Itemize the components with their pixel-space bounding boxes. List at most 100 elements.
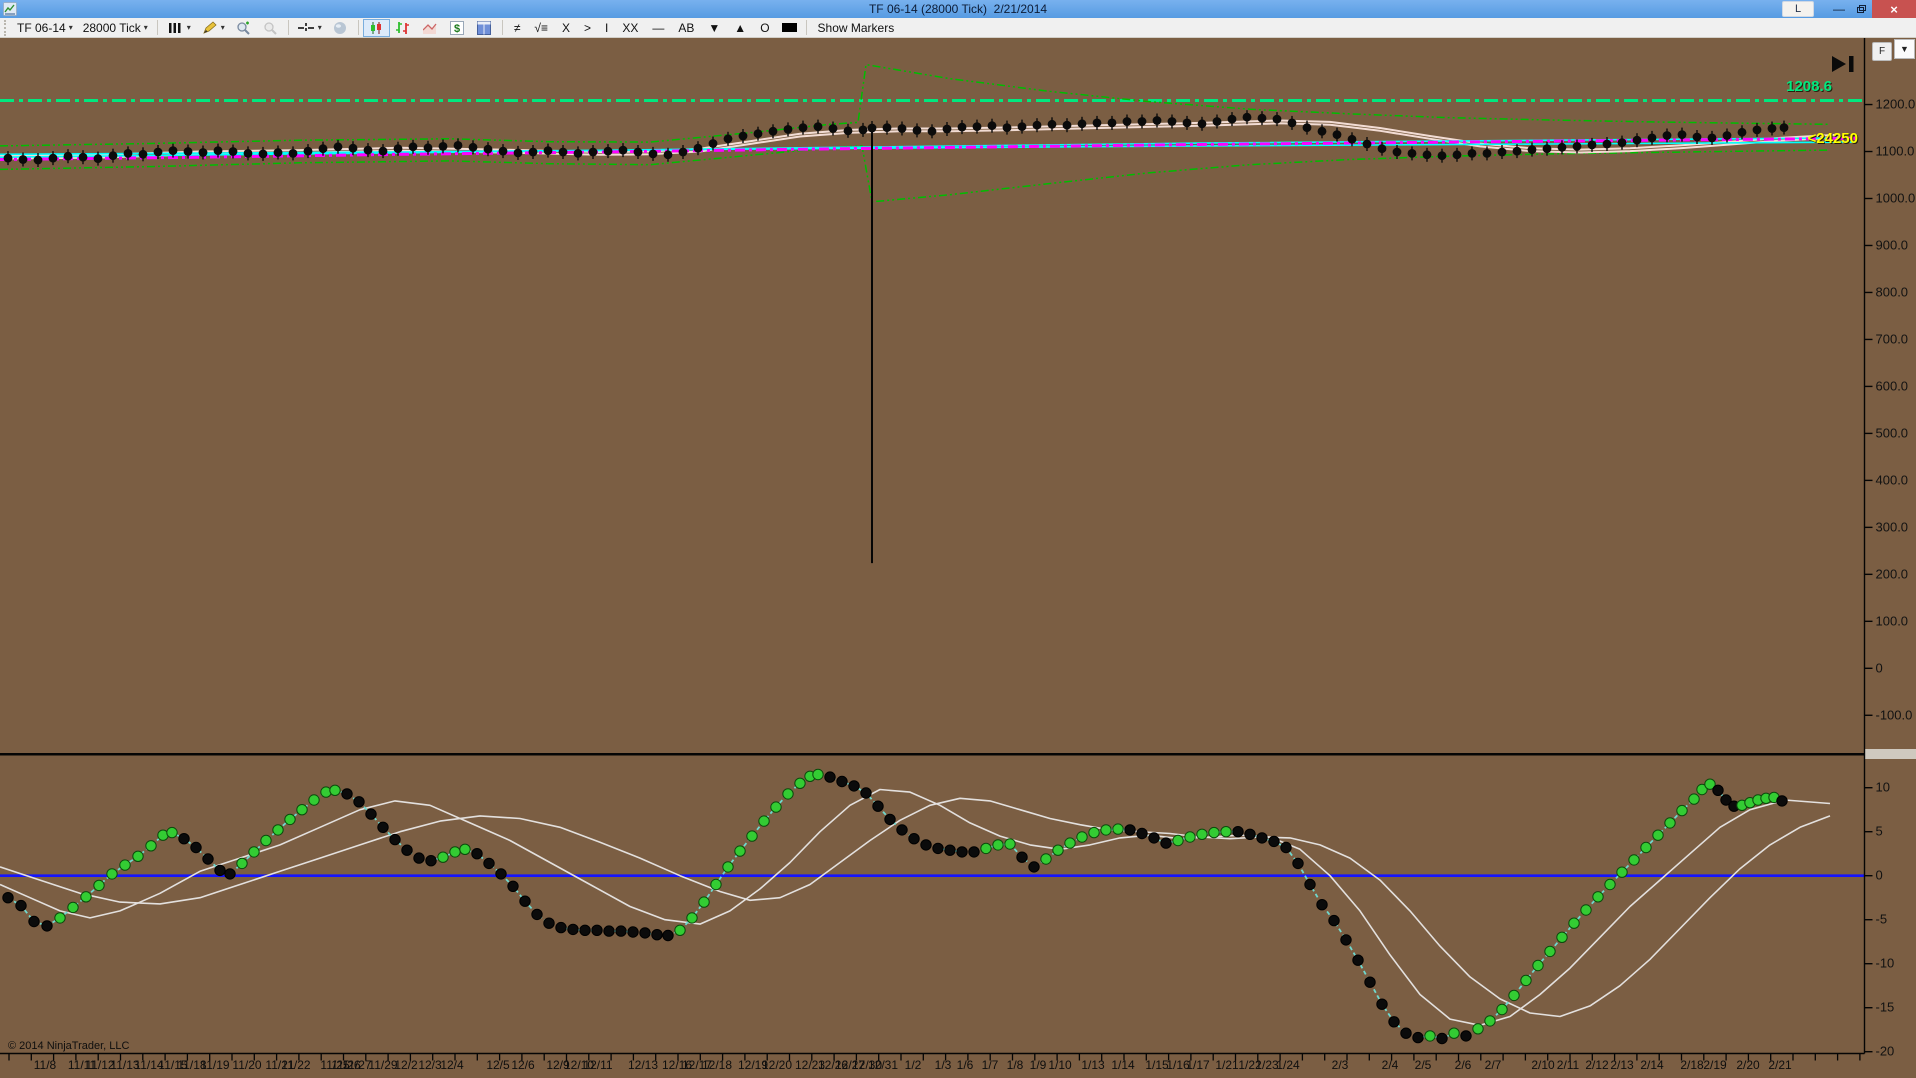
date-label: 1/2 bbox=[905, 1058, 922, 1072]
focus-button[interactable]: F bbox=[1872, 42, 1892, 61]
close-button[interactable]: × bbox=[1872, 0, 1916, 18]
date-label: 1/13 bbox=[1081, 1058, 1105, 1072]
bar-type-icon bbox=[167, 20, 184, 36]
instrument-selector[interactable]: TF 06-14▾ bbox=[12, 19, 78, 37]
symbol-button-down-triangle[interactable]: ▼ bbox=[701, 19, 727, 37]
symbol-button-up-triangle[interactable]: ▲ bbox=[727, 19, 753, 37]
show-markers-button[interactable]: Show Markers bbox=[811, 19, 902, 37]
date-label: 2/6 bbox=[1455, 1058, 1472, 1072]
date-label: 11/8 bbox=[34, 1058, 57, 1072]
chart-background bbox=[0, 38, 1916, 1073]
price-axis-tick-label: -100.0 bbox=[1876, 707, 1913, 722]
svg-text:$: $ bbox=[454, 23, 460, 35]
date-label: 12/4 bbox=[440, 1058, 464, 1072]
ohlc-style-icon bbox=[395, 20, 412, 36]
link-button[interactable]: L bbox=[1782, 1, 1814, 17]
symbol-button-gt[interactable]: > bbox=[577, 19, 598, 37]
symbol-button-o[interactable]: O bbox=[753, 19, 776, 37]
date-label: 12/5 bbox=[486, 1058, 510, 1072]
price-axis-tick-label: 700.0 bbox=[1876, 331, 1909, 346]
symbol-button-neq[interactable]: ≠ bbox=[507, 19, 528, 37]
date-label: 2/7 bbox=[1485, 1058, 1502, 1072]
chevron-down-icon: ▾ bbox=[318, 23, 322, 32]
zoom-in-button[interactable] bbox=[230, 19, 257, 37]
zoom-in-icon bbox=[235, 20, 252, 36]
symbol-button-i[interactable]: I bbox=[598, 19, 615, 37]
date-label: 12/6 bbox=[511, 1058, 535, 1072]
chevron-down-icon: ▾ bbox=[187, 23, 191, 32]
price-axis-tick-label: 1000.0 bbox=[1876, 191, 1916, 206]
panel-splitter-handle bbox=[1865, 749, 1916, 759]
price-axis-tick-label: 0 bbox=[1876, 660, 1883, 675]
osc-axis-tick-label: 10 bbox=[1876, 780, 1890, 795]
toolbar-grip[interactable] bbox=[4, 20, 8, 36]
title-bar: TF 06-14 (28000 Tick) 2/21/2014 L — × bbox=[0, 0, 1916, 18]
chart-style-line-button[interactable] bbox=[417, 19, 444, 37]
minimize-button[interactable]: — bbox=[1828, 0, 1850, 18]
bar-type-button[interactable]: ▾ bbox=[162, 19, 196, 37]
date-label: 12/13 bbox=[628, 1058, 658, 1072]
symbol-button-sqrt[interactable]: √≡ bbox=[527, 19, 555, 37]
go-to-last-bar-icon bbox=[1849, 56, 1854, 72]
filled-rect-button[interactable] bbox=[777, 19, 802, 37]
dollar-icon: $ bbox=[449, 20, 466, 36]
date-label: 2/20 bbox=[1736, 1058, 1760, 1072]
data-series-button[interactable]: $ bbox=[444, 19, 471, 37]
date-label: 2/3 bbox=[1332, 1058, 1349, 1072]
level-price-label: 1208.6 bbox=[1786, 78, 1832, 95]
date-label: 2/10 bbox=[1531, 1058, 1555, 1072]
price-axis-tick-label: 500.0 bbox=[1876, 425, 1909, 440]
symbol-button-dash[interactable]: — bbox=[645, 19, 671, 37]
chart-area[interactable]: 1200.01100.01000.0900.0800.0700.0600.050… bbox=[0, 38, 1916, 1073]
zoom-out-button[interactable] bbox=[257, 19, 284, 37]
interval-selector[interactable]: 28000 Tick▾ bbox=[78, 19, 153, 37]
date-label: 12/18 bbox=[702, 1058, 732, 1072]
price-axis-tick-label: 1200.0 bbox=[1876, 97, 1916, 112]
date-label: 11/19 bbox=[200, 1058, 229, 1072]
window-title: TF 06-14 (28000 Tick) 2/21/2014 bbox=[869, 2, 1047, 16]
date-label: 12/31 bbox=[868, 1058, 898, 1072]
chart-plot[interactable]: 1200.01100.01000.0900.0800.0700.0600.050… bbox=[0, 38, 1916, 1073]
date-label: 1/8 bbox=[1007, 1058, 1024, 1072]
restore-button[interactable] bbox=[1850, 0, 1872, 18]
osc-axis-tick-label: -15 bbox=[1876, 1000, 1895, 1015]
toolbar: TF 06-14▾ 28000 Tick▾ ▾ ▾ ▾ $ ≠ √≡ X > I… bbox=[0, 18, 1916, 38]
pencil-icon bbox=[201, 20, 218, 36]
chart-style-ohlc-button[interactable] bbox=[390, 19, 417, 37]
drawing-tools-button[interactable]: ▾ bbox=[196, 19, 230, 37]
crosshair-icon bbox=[298, 20, 315, 36]
date-label: 11/22 bbox=[281, 1058, 310, 1072]
date-label: 2/13 bbox=[1610, 1058, 1634, 1072]
date-label: 12/20 bbox=[762, 1058, 792, 1072]
price-axis-tick-label: 800.0 bbox=[1876, 284, 1909, 299]
symbol-button-xx[interactable]: XX bbox=[615, 19, 645, 37]
toolbar-separator bbox=[157, 20, 158, 35]
line-style-icon bbox=[422, 20, 439, 36]
date-label: 1/21 bbox=[1215, 1058, 1239, 1072]
sphere-icon bbox=[332, 20, 349, 36]
osc-axis-tick-label: -10 bbox=[1876, 956, 1895, 971]
price-axis-tick-label: 600.0 bbox=[1876, 378, 1909, 393]
symbol-button-ab[interactable]: AB bbox=[671, 19, 701, 37]
symbol-button-x[interactable]: X bbox=[555, 19, 577, 37]
panel-grid-icon bbox=[476, 20, 493, 36]
price-axis-tick-label: 100.0 bbox=[1876, 613, 1909, 628]
date-label: 2/12 bbox=[1585, 1058, 1609, 1072]
date-label: 1/7 bbox=[982, 1058, 999, 1072]
date-label: 2/19 bbox=[1703, 1058, 1727, 1072]
price-axis-tick-label: 400.0 bbox=[1876, 472, 1909, 487]
date-label: 2/14 bbox=[1640, 1058, 1664, 1072]
date-label: 1/17 bbox=[1186, 1058, 1210, 1072]
date-label: 1/9 bbox=[1030, 1058, 1047, 1072]
date-label: 1/10 bbox=[1048, 1058, 1072, 1072]
chevron-down-icon: ▾ bbox=[69, 23, 73, 32]
sphere-button[interactable] bbox=[327, 19, 354, 37]
chart-style-candlestick-button[interactable] bbox=[363, 19, 390, 37]
date-label: 12/11 bbox=[583, 1058, 612, 1072]
crosshair-button[interactable]: ▾ bbox=[293, 19, 327, 37]
scrollbar-down-arrow[interactable]: ▼ bbox=[1894, 39, 1915, 59]
panel-button[interactable] bbox=[471, 19, 498, 37]
osc-axis-tick-label: 0 bbox=[1876, 868, 1883, 883]
osc-axis-tick-label: -5 bbox=[1876, 912, 1888, 927]
price-axis-tick-label: 900.0 bbox=[1876, 237, 1909, 252]
